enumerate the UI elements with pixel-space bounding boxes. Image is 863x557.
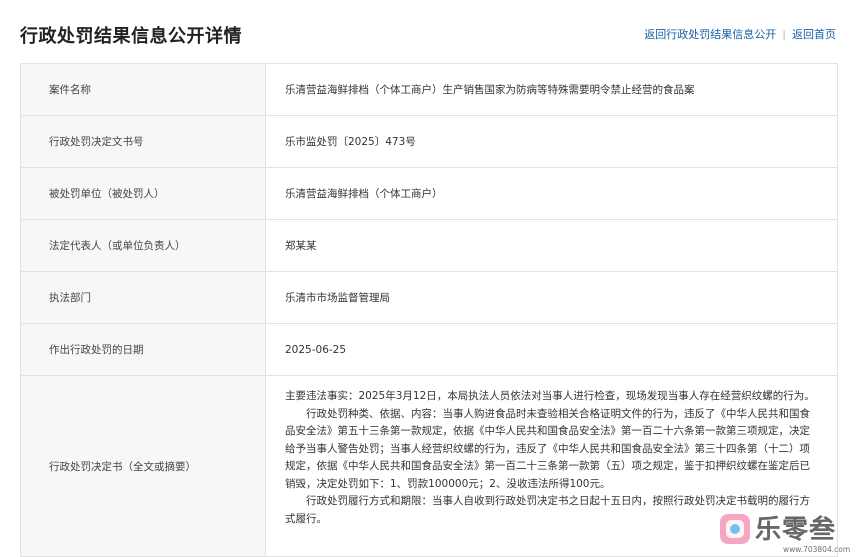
table-row: 行政处罚决定文书号 乐市监处罚〔2025〕473号 — [21, 116, 837, 168]
header-nav: 返回行政处罚结果信息公开 | 返回首页 — [644, 26, 836, 42]
row-label-decision-number: 行政处罚决定文书号 — [21, 116, 266, 167]
row-label-legal-representative: 法定代表人（或单位负责人） — [21, 220, 266, 271]
watermark-url: www.703804.com — [783, 545, 851, 554]
row-value-case-name: 乐清营益海鲜排档（个体工商户）生产销售国家为防病等特殊需要明令禁止经营的食品案 — [285, 84, 695, 96]
row-value-decision-date: 2025-06-25 — [285, 343, 347, 356]
nav-separator: | — [782, 28, 786, 41]
table-row: 被处罚单位（被处罚人） 乐清营益海鲜排档（个体工商户） — [21, 168, 837, 220]
site-watermark: 乐零叁 www.703804.com — [717, 509, 859, 555]
row-label-decision-date: 作出行政处罚的日期 — [21, 324, 266, 375]
table-row: 法定代表人（或单位负责人） 郑某某 — [21, 220, 837, 272]
table-row: 案件名称 乐清营益海鲜排档（个体工商户）生产销售国家为防病等特殊需要明令禁止经营… — [21, 64, 837, 116]
table-row: 作出行政处罚的日期 2025-06-25 — [21, 324, 837, 376]
watermark-logo-icon — [720, 514, 750, 544]
row-value-enforcement-dept: 乐清市市场监督管理局 — [285, 292, 390, 304]
row-label-decision-text: 行政处罚决定书（全文或摘要） — [21, 376, 266, 556]
row-label-punished-party: 被处罚单位（被处罚人） — [21, 168, 266, 219]
page-title: 行政处罚结果信息公开详情 — [20, 26, 242, 47]
back-to-list-link[interactable]: 返回行政处罚结果信息公开 — [644, 28, 776, 41]
decision-facts-paragraph: 主要违法事实：2025年3月12日，本局执法人员依法对当事人进行检查，现场发现当… — [285, 390, 815, 402]
row-value-punished-party: 乐清营益海鲜排档（个体工商户） — [285, 188, 443, 200]
row-label-enforcement-dept: 执法部门 — [21, 272, 266, 323]
row-value-decision-number: 乐市监处罚〔2025〕473号 — [285, 136, 416, 148]
row-label-case-name: 案件名称 — [21, 64, 266, 115]
detail-table: 案件名称 乐清营益海鲜排档（个体工商户）生产销售国家为防病等特殊需要明令禁止经营… — [20, 63, 838, 557]
watermark-text: 乐零叁 — [755, 515, 837, 545]
page-header: 行政处罚结果信息公开详情 返回行政处罚结果信息公开 | 返回首页 — [0, 0, 863, 64]
row-value-legal-representative: 郑某某 — [285, 240, 317, 252]
back-to-home-link[interactable]: 返回首页 — [792, 28, 836, 41]
decision-basis-paragraph: 行政处罚种类、依据、内容：当事人购进食品时未查验相关合格证明文件的行为，违反了《… — [285, 407, 810, 490]
table-row: 执法部门 乐清市市场监督管理局 — [21, 272, 837, 324]
table-row: 行政处罚决定书（全文或摘要） 主要违法事实：2025年3月12日，本局执法人员依… — [21, 376, 837, 557]
